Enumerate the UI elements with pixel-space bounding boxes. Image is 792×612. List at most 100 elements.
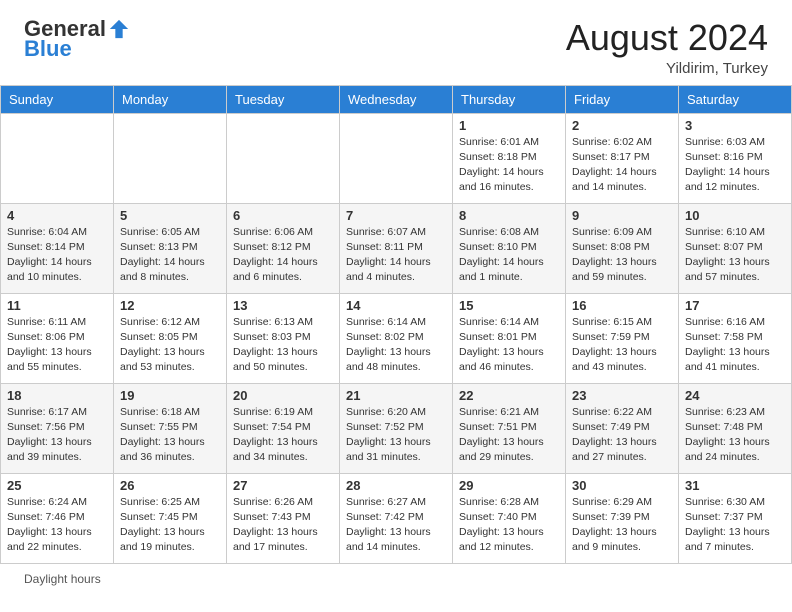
calendar-week-4: 18 Sunrise: 6:17 AM Sunset: 7:56 PM Dayli… (1, 383, 792, 473)
day-number: 14 (346, 298, 446, 313)
day-info: Sunrise: 6:21 AM Sunset: 7:51 PM Dayligh… (459, 405, 559, 466)
day-info: Sunrise: 6:17 AM Sunset: 7:56 PM Dayligh… (7, 405, 107, 466)
day-info: Sunrise: 6:18 AM Sunset: 7:55 PM Dayligh… (120, 405, 220, 466)
day-number: 28 (346, 478, 446, 493)
day-number: 22 (459, 388, 559, 403)
day-info: Sunrise: 6:19 AM Sunset: 7:54 PM Dayligh… (233, 405, 333, 466)
footer: Daylight hours (0, 564, 792, 594)
day-number: 16 (572, 298, 672, 313)
day-number: 9 (572, 208, 672, 223)
calendar-cell: 15Sunrise: 6:14 AM Sunset: 8:01 PM Dayli… (453, 293, 566, 383)
calendar-cell: 2 Sunrise: 6:02 AM Sunset: 8:17 PM Daylig… (566, 113, 679, 203)
day-info: Sunrise: 6:30 AM Sunset: 7:37 PM Dayligh… (685, 495, 785, 556)
day-info: Sunrise: 6:09 AM Sunset: 8:08 PM Dayligh… (572, 225, 672, 286)
calendar-cell: 29 Sunrise: 6:28 AM Sunset: 7:40 PM Dayli… (453, 473, 566, 563)
logo-icon (108, 18, 130, 40)
day-info: Sunrise: 6:15 AM Sunset: 7:59 PM Dayligh… (572, 315, 672, 376)
calendar-cell: 14 Sunrise: 6:14 AM Sunset: 8:02 PM Dayli… (340, 293, 453, 383)
calendar-cell: 4 Sunrise: 6:04 AM Sunset: 8:14 PM Daylig… (1, 203, 114, 293)
calendar-cell: 18 Sunrise: 6:17 AM Sunset: 7:56 PM Dayli… (1, 383, 114, 473)
logo-blue-text: Blue (24, 36, 72, 62)
calendar-cell: 7 Sunrise: 6:07 AM Sunset: 8:11 PM Daylig… (340, 203, 453, 293)
calendar-header-wednesday: Wednesday (340, 85, 453, 113)
calendar-cell: 10 Sunrise: 6:10 AM Sunset: 8:07 PM Dayli… (679, 203, 792, 293)
calendar-header-sunday: Sunday (1, 85, 114, 113)
calendar-cell: 12 Sunrise: 6:12 AM Sunset: 8:05 PM Dayli… (114, 293, 227, 383)
calendar-cell: 30Sunrise: 6:29 AM Sunset: 7:39 PM Dayli… (566, 473, 679, 563)
day-number: 7 (346, 208, 446, 223)
calendar-cell: 27Sunrise: 6:26 AM Sunset: 7:43 PM Dayli… (227, 473, 340, 563)
calendar-cell: 24Sunrise: 6:23 AM Sunset: 7:48 PM Dayli… (679, 383, 792, 473)
day-info: Sunrise: 6:16 AM Sunset: 7:58 PM Dayligh… (685, 315, 785, 376)
day-info: Sunrise: 6:11 AM Sunset: 8:06 PM Dayligh… (7, 315, 107, 376)
day-number: 8 (459, 208, 559, 223)
logo: General Blue (24, 18, 130, 62)
day-info: Sunrise: 6:23 AM Sunset: 7:48 PM Dayligh… (685, 405, 785, 466)
day-number: 10 (685, 208, 785, 223)
day-info: Sunrise: 6:07 AM Sunset: 8:11 PM Dayligh… (346, 225, 446, 286)
day-number: 5 (120, 208, 220, 223)
calendar-cell: 8Sunrise: 6:08 AM Sunset: 8:10 PM Daylig… (453, 203, 566, 293)
calendar-cell: 16 Sunrise: 6:15 AM Sunset: 7:59 PM Dayli… (566, 293, 679, 383)
day-number: 25 (7, 478, 107, 493)
day-info: Sunrise: 6:25 AM Sunset: 7:45 PM Dayligh… (120, 495, 220, 556)
day-number: 31 (685, 478, 785, 493)
calendar-cell (227, 113, 340, 203)
day-info: Sunrise: 6:27 AM Sunset: 7:42 PM Dayligh… (346, 495, 446, 556)
calendar-week-2: 4 Sunrise: 6:04 AM Sunset: 8:14 PM Daylig… (1, 203, 792, 293)
calendar-cell (114, 113, 227, 203)
day-number: 2 (572, 118, 672, 133)
day-info: Sunrise: 6:02 AM Sunset: 8:17 PM Dayligh… (572, 135, 672, 196)
day-info: Sunrise: 6:12 AM Sunset: 8:05 PM Dayligh… (120, 315, 220, 376)
day-info: Sunrise: 6:10 AM Sunset: 8:07 PM Dayligh… (685, 225, 785, 286)
day-number: 21 (346, 388, 446, 403)
day-number: 30 (572, 478, 672, 493)
calendar-cell: 6Sunrise: 6:06 AM Sunset: 8:12 PM Daylig… (227, 203, 340, 293)
title-block: August 2024 Yildirim, Turkey (566, 18, 768, 77)
calendar-cell: 9 Sunrise: 6:09 AM Sunset: 8:08 PM Daylig… (566, 203, 679, 293)
day-number: 19 (120, 388, 220, 403)
calendar-week-5: 25 Sunrise: 6:24 AM Sunset: 7:46 PM Dayli… (1, 473, 792, 563)
day-info: Sunrise: 6:26 AM Sunset: 7:43 PM Dayligh… (233, 495, 333, 556)
day-number: 26 (120, 478, 220, 493)
header: General Blue August 2024 Yildirim, Turke… (0, 0, 792, 85)
day-number: 20 (233, 388, 333, 403)
calendar-cell: 13Sunrise: 6:13 AM Sunset: 8:03 PM Dayli… (227, 293, 340, 383)
day-number: 1 (459, 118, 559, 133)
calendar-header-friday: Friday (566, 85, 679, 113)
calendar: SundayMondayTuesdayWednesdayThursdayFrid… (0, 85, 792, 564)
calendar-cell: 28 Sunrise: 6:27 AM Sunset: 7:42 PM Dayli… (340, 473, 453, 563)
calendar-cell: 1Sunrise: 6:01 AM Sunset: 8:18 PM Daylig… (453, 113, 566, 203)
day-info: Sunrise: 6:14 AM Sunset: 8:02 PM Dayligh… (346, 315, 446, 376)
calendar-cell: 21Sunrise: 6:20 AM Sunset: 7:52 PM Dayli… (340, 383, 453, 473)
day-info: Sunrise: 6:05 AM Sunset: 8:13 PM Dayligh… (120, 225, 220, 286)
day-number: 18 (7, 388, 107, 403)
day-number: 11 (7, 298, 107, 313)
day-number: 4 (7, 208, 107, 223)
calendar-week-3: 11 Sunrise: 6:11 AM Sunset: 8:06 PM Dayli… (1, 293, 792, 383)
calendar-cell: 20 Sunrise: 6:19 AM Sunset: 7:54 PM Dayli… (227, 383, 340, 473)
calendar-header-saturday: Saturday (679, 85, 792, 113)
calendar-cell: 31 Sunrise: 6:30 AM Sunset: 7:37 PM Dayli… (679, 473, 792, 563)
day-info: Sunrise: 6:13 AM Sunset: 8:03 PM Dayligh… (233, 315, 333, 376)
calendar-cell: 5 Sunrise: 6:05 AM Sunset: 8:13 PM Daylig… (114, 203, 227, 293)
calendar-header-tuesday: Tuesday (227, 85, 340, 113)
daylight-label: Daylight hours (24, 572, 101, 586)
day-info: Sunrise: 6:24 AM Sunset: 7:46 PM Dayligh… (7, 495, 107, 556)
day-info: Sunrise: 6:04 AM Sunset: 8:14 PM Dayligh… (7, 225, 107, 286)
day-info: Sunrise: 6:28 AM Sunset: 7:40 PM Dayligh… (459, 495, 559, 556)
day-number: 15 (459, 298, 559, 313)
day-number: 12 (120, 298, 220, 313)
calendar-header-row: SundayMondayTuesdayWednesdayThursdayFrid… (1, 85, 792, 113)
calendar-cell: 23Sunrise: 6:22 AM Sunset: 7:49 PM Dayli… (566, 383, 679, 473)
calendar-cell: 3Sunrise: 6:03 AM Sunset: 8:16 PM Daylig… (679, 113, 792, 203)
day-number: 29 (459, 478, 559, 493)
month-year: August 2024 (566, 18, 768, 58)
calendar-cell: 26 Sunrise: 6:25 AM Sunset: 7:45 PM Dayli… (114, 473, 227, 563)
day-info: Sunrise: 6:06 AM Sunset: 8:12 PM Dayligh… (233, 225, 333, 286)
calendar-header-thursday: Thursday (453, 85, 566, 113)
day-info: Sunrise: 6:03 AM Sunset: 8:16 PM Dayligh… (685, 135, 785, 196)
calendar-header-monday: Monday (114, 85, 227, 113)
calendar-cell (340, 113, 453, 203)
calendar-cell: 11 Sunrise: 6:11 AM Sunset: 8:06 PM Dayli… (1, 293, 114, 383)
